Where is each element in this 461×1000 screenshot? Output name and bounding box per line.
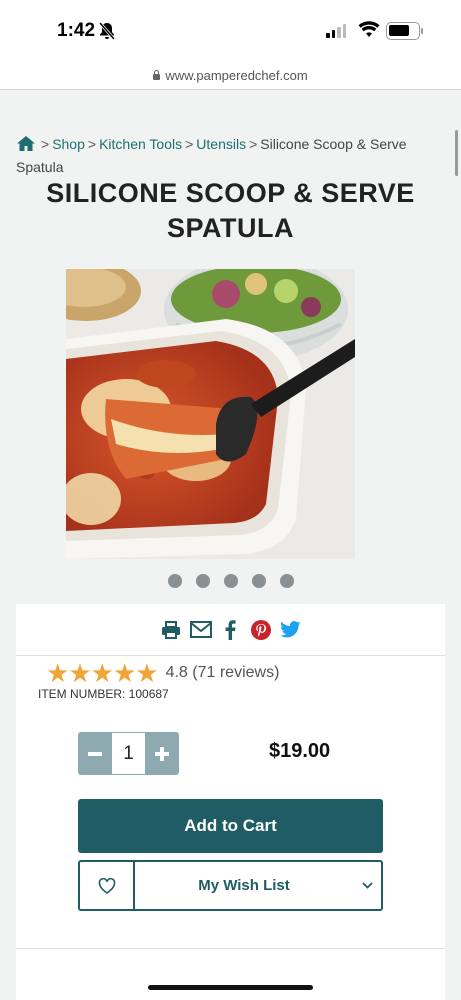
facebook-icon[interactable] bbox=[220, 619, 242, 641]
product-purchase-card: ★ ★ ★ ★ ★ 4.8 (71 reviews) ITEM NUMBER: … bbox=[16, 604, 445, 1000]
carousel-dot[interactable] bbox=[167, 574, 182, 588]
item-number: ITEM NUMBER: 100687 bbox=[38, 687, 169, 701]
product-rating[interactable]: ★ ★ ★ ★ ★ 4.8 (71 reviews) bbox=[46, 660, 279, 686]
heart-icon bbox=[98, 877, 115, 894]
plus-icon bbox=[155, 746, 169, 761]
star-icon: ★ bbox=[90, 658, 114, 688]
product-image[interactable] bbox=[66, 269, 355, 559]
wish-list-control: My Wish List bbox=[78, 860, 383, 911]
wifi-icon bbox=[358, 21, 380, 43]
breadcrumb-kitchen-tools[interactable]: Kitchen Tools bbox=[99, 136, 182, 152]
minus-icon bbox=[88, 751, 102, 756]
quantity-stepper: 1 bbox=[78, 732, 179, 775]
chevron-down-icon bbox=[361, 882, 373, 889]
star-icon: ★ bbox=[46, 658, 70, 688]
breadcrumb: > Shop > Kitchen Tools > Utensils > Silicone Sc… bbox=[16, 135, 407, 175]
add-to-wish-list-button[interactable] bbox=[80, 862, 135, 909]
scrollbar-thumb[interactable] bbox=[455, 130, 458, 176]
carousel-dot[interactable] bbox=[195, 574, 210, 588]
add-to-cart-button[interactable]: Add to Cart bbox=[78, 799, 383, 853]
rating-summary[interactable]: 4.8 (71 reviews) bbox=[166, 664, 280, 682]
quantity-input[interactable]: 1 bbox=[112, 732, 145, 775]
breadcrumb-utensils[interactable]: Utensils bbox=[196, 136, 246, 152]
twitter-icon[interactable] bbox=[280, 619, 302, 641]
carousel-dot[interactable] bbox=[251, 574, 266, 588]
status-bar: 1:42 bbox=[0, 0, 461, 62]
breadcrumb-shop[interactable]: Shop bbox=[52, 136, 85, 152]
wish-list-dropdown[interactable] bbox=[353, 862, 381, 909]
divider bbox=[16, 948, 445, 949]
product-price: $19.00 bbox=[269, 740, 331, 762]
carousel-dot[interactable] bbox=[279, 574, 294, 588]
wish-list-label[interactable]: My Wish List bbox=[135, 862, 353, 909]
cellular-signal-icon bbox=[326, 24, 346, 38]
page-title: SILICONE SCOOP & SERVE SPATULA bbox=[46, 178, 415, 243]
star-icon: ★ bbox=[112, 658, 137, 688]
quantity-increase-button[interactable] bbox=[145, 732, 179, 775]
home-icon[interactable] bbox=[16, 135, 36, 157]
battery-icon bbox=[386, 22, 423, 40]
share-toolbar bbox=[16, 604, 445, 656]
url-text[interactable]: www.pamperedchef.com bbox=[153, 68, 308, 83]
quantity-decrease-button[interactable] bbox=[78, 732, 112, 775]
star-icon: ★ bbox=[135, 658, 159, 688]
print-icon[interactable] bbox=[160, 619, 182, 641]
home-indicator[interactable] bbox=[148, 985, 313, 990]
carousel-dot[interactable] bbox=[223, 574, 238, 588]
address-bar[interactable]: www.pamperedchef.com bbox=[0, 62, 461, 90]
bell-muted-icon bbox=[98, 22, 116, 45]
email-icon[interactable] bbox=[189, 619, 212, 641]
image-carousel-dots bbox=[0, 574, 461, 588]
lock-icon bbox=[153, 70, 161, 80]
star-icon: ★ bbox=[68, 658, 92, 688]
pinterest-icon[interactable] bbox=[250, 619, 272, 641]
clock: 1:42 bbox=[57, 20, 96, 41]
